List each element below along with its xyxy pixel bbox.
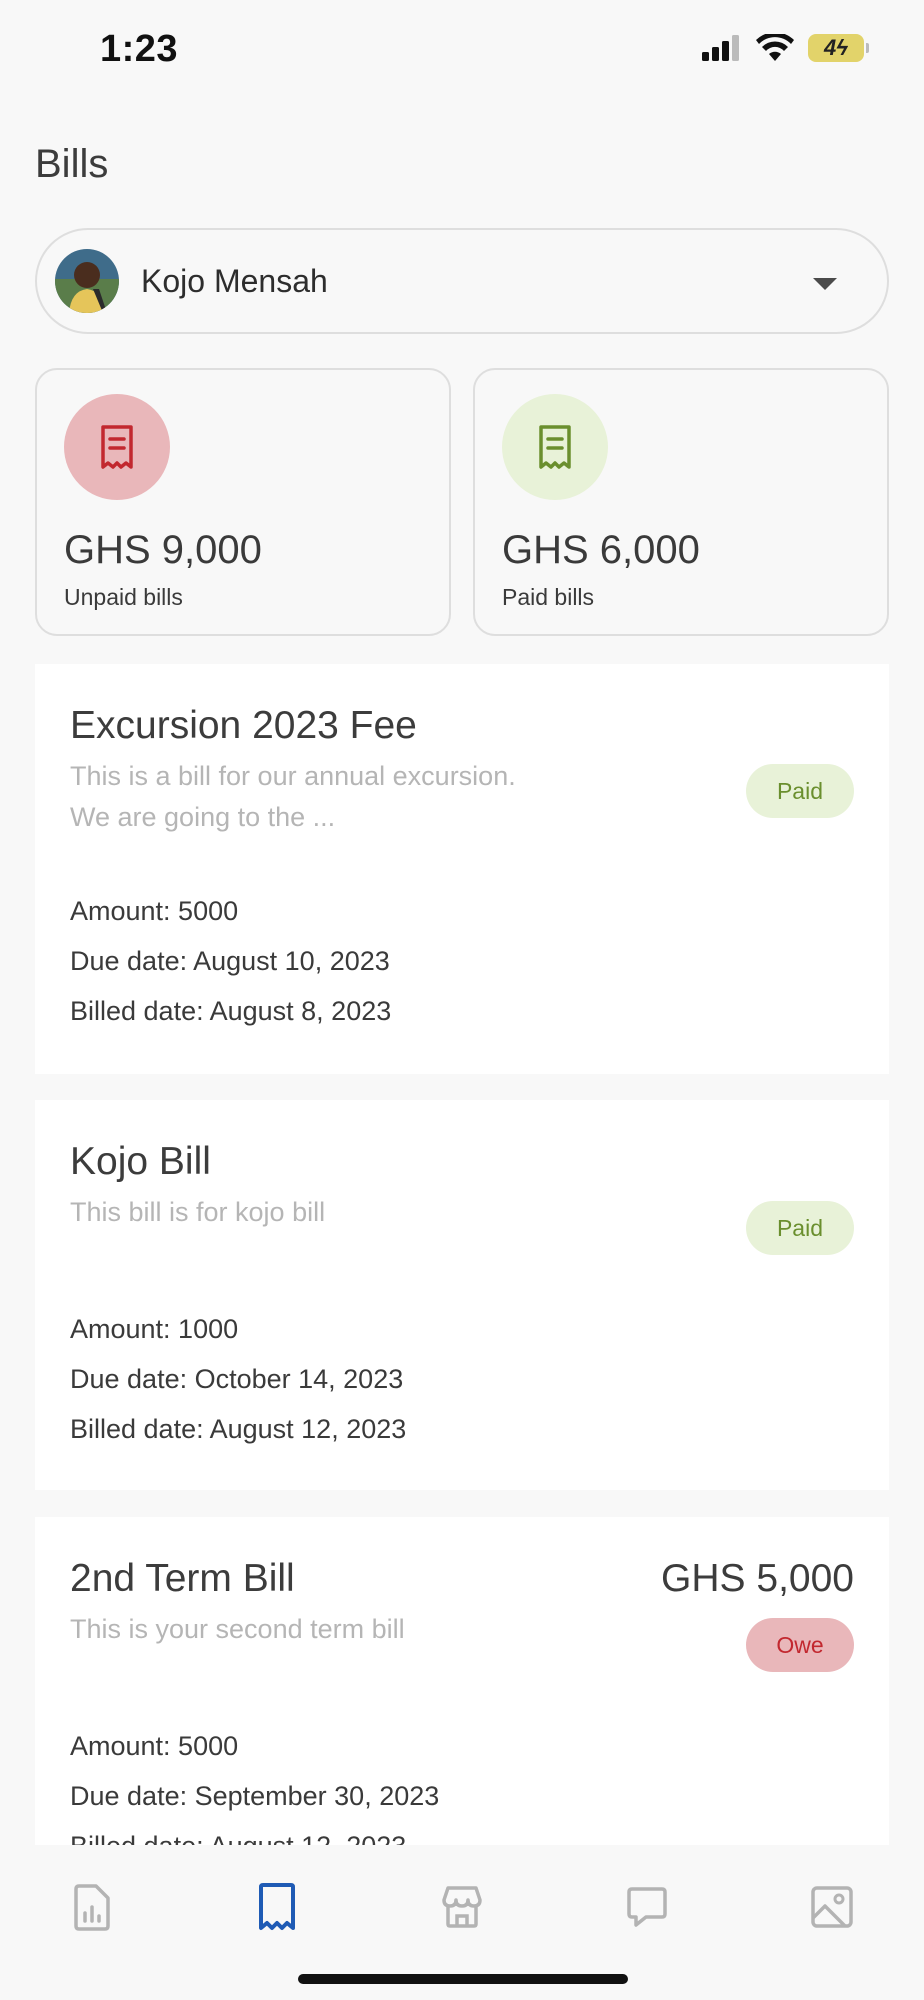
bill-description: This is a bill for our annual excursion.… [70, 761, 516, 832]
avatar [55, 249, 119, 313]
bill-card[interactable]: Kojo Bill This bill is for kojo bill Pai… [35, 1100, 889, 1490]
bill-amount: Amount: 5000 [70, 1731, 239, 1761]
nav-item-bills[interactable] [247, 1877, 307, 1937]
page-title: Bills [35, 142, 109, 186]
bill-billed-date: Billed date: August 12, 2023 [70, 1831, 406, 1845]
bill-billed-date: Billed date: August 12, 2023 [70, 1414, 407, 1444]
bills-icon [259, 1883, 295, 1930]
bill-amount: Amount: 5000 [70, 896, 239, 926]
student-selector[interactable]: Kojo Mensah [35, 228, 889, 334]
status-badge: Paid [746, 1201, 854, 1255]
bill-billed-date: Billed date: August 8, 2023 [70, 996, 392, 1026]
bill-title: 2nd Term Bill [70, 1557, 295, 1600]
nav-item-reports[interactable] [62, 1877, 122, 1937]
bill-card[interactable]: 2nd Term Bill GHS 5,000 This is your sec… [35, 1517, 889, 1845]
bill-due-date: Due date: August 10, 2023 [70, 946, 390, 976]
receipt-icon [64, 394, 170, 500]
chevron-down-icon[interactable] [813, 278, 837, 290]
bottom-nav [0, 1845, 924, 2000]
nav-item-messages[interactable] [617, 1877, 677, 1937]
paid-bills-card[interactable]: GHS 6,000 Paid bills [473, 368, 889, 636]
bill-title: Kojo Bill [70, 1140, 211, 1183]
bill-description: This is your second term bill [70, 1614, 405, 1644]
gallery-icon [811, 1886, 853, 1928]
student-name: Kojo Mensah [141, 262, 328, 299]
unpaid-bills-card[interactable]: GHS 9,000 Unpaid bills [35, 368, 451, 636]
unpaid-amount: GHS 9,000 [64, 528, 262, 572]
status-badge: Paid [746, 764, 854, 818]
report-icon [74, 1884, 110, 1931]
paid-amount: GHS 6,000 [502, 528, 700, 572]
bill-total: GHS 5,000 [661, 1557, 854, 1600]
page-content: Bills Kojo Mensah GHS 9,000 Unpaid bills [0, 0, 924, 1845]
home-indicator [298, 1974, 628, 1984]
status-badge: Owe [746, 1618, 854, 1672]
chat-icon [627, 1887, 667, 1927]
bill-card[interactable]: Excursion 2023 Fee This is a bill for ou… [35, 664, 889, 1074]
bill-due-date: Due date: September 30, 2023 [70, 1781, 440, 1811]
paid-label: Paid bills [502, 584, 595, 610]
bill-title: Excursion 2023 Fee [70, 704, 417, 747]
store-icon [442, 1886, 482, 1928]
bill-description: This bill is for kojo bill [70, 1197, 326, 1227]
unpaid-label: Unpaid bills [64, 584, 183, 610]
receipt-icon [502, 394, 608, 500]
nav-item-store[interactable] [432, 1877, 492, 1937]
bill-amount: Amount: 1000 [70, 1314, 239, 1344]
nav-item-gallery[interactable] [802, 1877, 862, 1937]
bill-due-date: Due date: October 14, 2023 [70, 1364, 404, 1394]
